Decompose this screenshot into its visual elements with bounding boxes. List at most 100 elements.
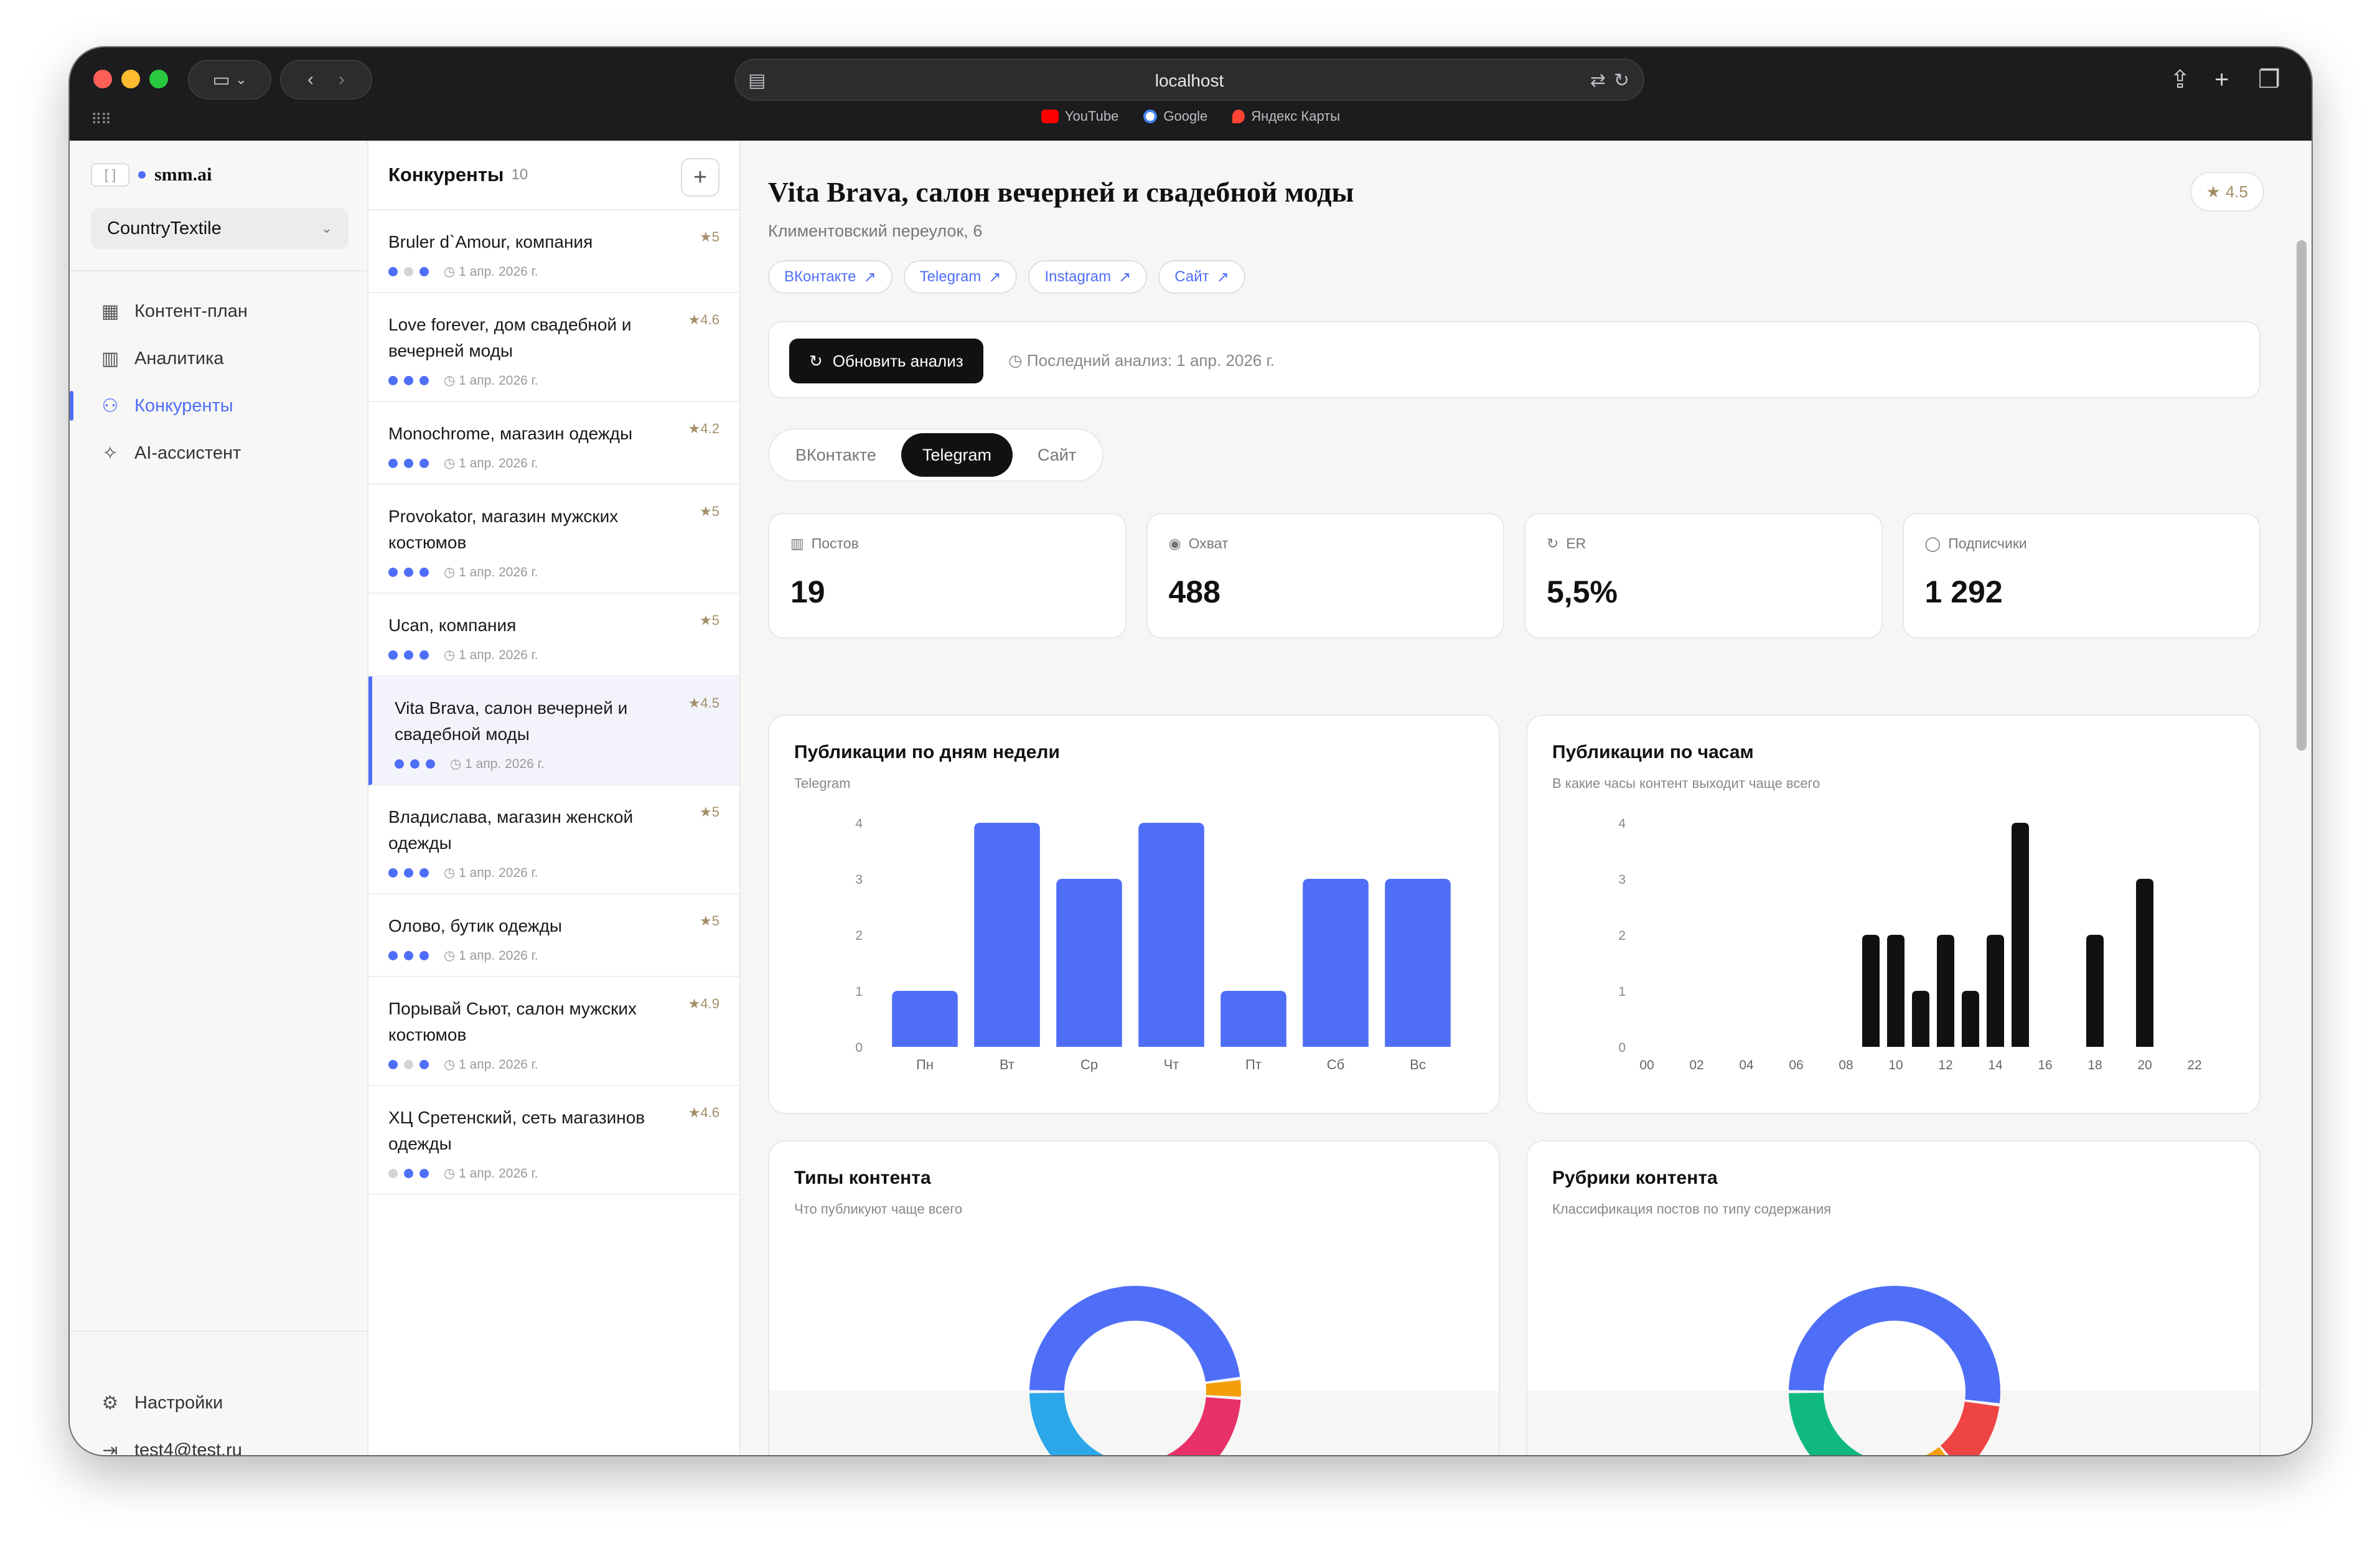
stat-value: 19 xyxy=(790,574,825,609)
bar xyxy=(892,991,958,1047)
competitor-rating: ★5 xyxy=(700,229,719,245)
reload-icon[interactable]: ↻ xyxy=(1614,70,1629,91)
competitor-item[interactable]: Love forever, дом свадебной и вечерней м… xyxy=(368,293,739,402)
nav-item-analytics[interactable]: ▥ Аналитика xyxy=(91,335,349,382)
donut-slice xyxy=(1940,1401,2000,1455)
logout-button[interactable]: ⇥ test4@test.ru xyxy=(91,1427,349,1456)
competitor-meta: 101 ◷ 1 апр. 2026 г. xyxy=(388,1057,719,1072)
y-tick-label: 4 xyxy=(1618,817,1626,831)
competitor-item[interactable]: Vita Brava, салон вечерней и свадебной м… xyxy=(368,677,739,785)
social-links: ВКонтакте ↗ Telegram ↗ Instagram ↗ Сайт ↗ xyxy=(768,260,1245,294)
competitor-date: ◷ 1 апр. 2026 г. xyxy=(444,866,538,880)
refresh-icon: ↻ xyxy=(809,351,823,370)
competitor-date: ◷ 1 апр. 2026 г. xyxy=(444,373,538,388)
translate-icon[interactable]: ⇄ xyxy=(1590,70,1606,91)
platform-status-dot: 0 xyxy=(404,1060,413,1069)
brand-name: smm.ai xyxy=(154,164,212,185)
add-competitor-button[interactable]: + xyxy=(681,158,719,197)
competitor-rating: ★5 xyxy=(700,913,719,929)
back-button[interactable]: ‹ xyxy=(307,69,314,90)
platform-status-dot: 1 xyxy=(388,376,398,385)
competitor-rating: ★4.5 xyxy=(688,695,719,711)
competitor-item[interactable]: Владислава, магазин женской одежды ★5 11… xyxy=(368,785,739,894)
bar xyxy=(1937,935,1954,1047)
x-tick-label: 22 xyxy=(2187,1058,2201,1072)
tab-overview-icon[interactable]: ❐ xyxy=(2258,61,2280,98)
x-tick-label: 00 xyxy=(1639,1058,1654,1072)
rubrics-card: Рубрики контента Классификация постов по… xyxy=(1526,1140,2261,1455)
minimize-window-button[interactable] xyxy=(121,70,140,88)
competitor-rating: ★5 xyxy=(700,504,719,519)
bookmark-yandex-maps[interactable]: Яндекс Карты xyxy=(1232,108,1340,124)
competitor-date: ◷ 1 апр. 2026 г. xyxy=(450,757,545,771)
nav-item-ai-assistant[interactable]: ✧ AI-ассистент xyxy=(91,429,349,477)
x-tick-label: Пн xyxy=(916,1057,934,1072)
brand[interactable]: [ ] smm.ai xyxy=(91,163,212,187)
competitor-date: ◷ 1 апр. 2026 г. xyxy=(444,1166,538,1181)
bar xyxy=(1385,879,1451,1047)
competitor-date: ◷ 1 апр. 2026 г. xyxy=(444,949,538,963)
stat-reach: ◉ Охват 488 xyxy=(1146,513,1504,639)
tab-telegram[interactable]: Telegram xyxy=(901,433,1013,477)
link-instagram[interactable]: Instagram ↗ xyxy=(1028,260,1148,294)
bookmark-google[interactable]: Google xyxy=(1143,108,1207,124)
competitor-meta: 011 ◷ 1 апр. 2026 г. xyxy=(388,1166,719,1181)
maximize-window-button[interactable] xyxy=(149,70,168,88)
workspace-selector[interactable]: CountryTextile ⌄ xyxy=(91,208,349,249)
bar xyxy=(1887,935,1904,1047)
tab-vk[interactable]: ВКонтакте xyxy=(774,433,897,477)
platform-status-dot: 1 xyxy=(404,1169,413,1178)
link-telegram[interactable]: Telegram ↗ xyxy=(903,260,1018,294)
bar xyxy=(1912,991,1929,1047)
share-icon[interactable]: ⇪ xyxy=(2170,61,2191,98)
x-tick-label: 04 xyxy=(1739,1058,1754,1072)
star-icon: ★ xyxy=(688,1105,701,1120)
star-icon: ★ xyxy=(688,695,701,711)
competitor-name: Владислава, магазин женской одежды xyxy=(388,807,634,853)
competitor-item[interactable]: Олово, бутик одежды ★5 111 ◷ 1 апр. 2026… xyxy=(368,894,739,977)
bookmarks-bar: YouTube Google Яндекс Карты xyxy=(70,108,2312,124)
map-pin-icon xyxy=(1232,110,1245,123)
address-bar[interactable]: ▤ localhost ⇄ ↻ xyxy=(734,59,1644,101)
forward-button[interactable]: › xyxy=(339,69,345,90)
competitor-item[interactable]: ХЦ Сретенский, сеть магазинов одежды ★4.… xyxy=(368,1086,739,1195)
competitor-rating: ★5 xyxy=(700,612,719,628)
platform-status-dot: 1 xyxy=(404,650,413,660)
platform-status-dot: 1 xyxy=(404,868,413,878)
content-types-card: Типы контента Что публикуют чаще всего xyxy=(768,1140,1500,1455)
bookmark-youtube[interactable]: YouTube xyxy=(1041,108,1118,124)
collapse-sidebar-icon[interactable]: [ ] xyxy=(91,163,129,187)
platform-status-dot: 1 xyxy=(419,1060,429,1069)
donut-slice xyxy=(1206,1380,1241,1397)
competitor-name: Love forever, дом свадебной и вечерней м… xyxy=(388,315,632,360)
nav-item-competitors[interactable]: ⚇ Конкуренты xyxy=(70,382,349,429)
platform-status-dot: 1 xyxy=(388,650,398,660)
nav-item-settings[interactable]: ⚙ Настройки xyxy=(91,1379,349,1427)
close-window-button[interactable] xyxy=(93,70,112,88)
platform-status-dot: 0 xyxy=(388,1169,398,1178)
competitor-item[interactable]: Ucan, компания ★5 111 ◷ 1 апр. 2026 г. xyxy=(368,594,739,677)
x-tick-label: 14 xyxy=(1988,1058,2003,1072)
weekday-bar-chart: 0 1 2 3 4 Пн Вт Ср Чт Пт Сб Вс xyxy=(855,817,1451,1072)
tab-website[interactable]: Сайт xyxy=(1016,433,1097,477)
competitor-name: Monochrome, магазин одежды xyxy=(388,424,633,443)
competitor-item[interactable]: Bruler d`Amour, компания ★5 101 ◷ 1 апр.… xyxy=(368,210,739,293)
competitor-meta: 111 ◷ 1 апр. 2026 г. xyxy=(395,756,719,772)
link-vk[interactable]: ВКонтакте ↗ xyxy=(768,260,892,294)
refresh-analysis-button[interactable]: ↻ Обновить анализ xyxy=(789,339,983,383)
platform-status-dot: 1 xyxy=(388,267,398,276)
scrollbar-thumb[interactable] xyxy=(2297,240,2307,751)
nav-item-content-plan[interactable]: ▦ Контент-план xyxy=(91,288,349,335)
sidebar-toggle-button[interactable]: ▭ ⌄ xyxy=(188,60,271,100)
competitor-item[interactable]: Provokator, магазин мужских костюмов ★5 … xyxy=(368,485,739,594)
stats-row: ▥ Постов 19 ◉ Охват 488 ↻ ER 5,5% ◯ Подписчи… xyxy=(768,513,2261,639)
link-website[interactable]: Сайт ↗ xyxy=(1158,260,1245,294)
donut-slice xyxy=(1029,1286,1240,1391)
new-tab-icon[interactable]: + xyxy=(2214,61,2229,98)
competitor-item[interactable]: Monochrome, магазин одежды ★4.2 111 ◷ 1 … xyxy=(368,402,739,485)
competitor-item[interactable]: Порывай Сьют, салон мужских костюмов ★4.… xyxy=(368,977,739,1086)
clock-icon: ◷ xyxy=(444,1057,459,1072)
competitor-date: ◷ 1 апр. 2026 г. xyxy=(444,1057,538,1072)
bar xyxy=(1303,879,1369,1047)
competitor-address: Климентовский переулок, 6 xyxy=(768,222,983,240)
